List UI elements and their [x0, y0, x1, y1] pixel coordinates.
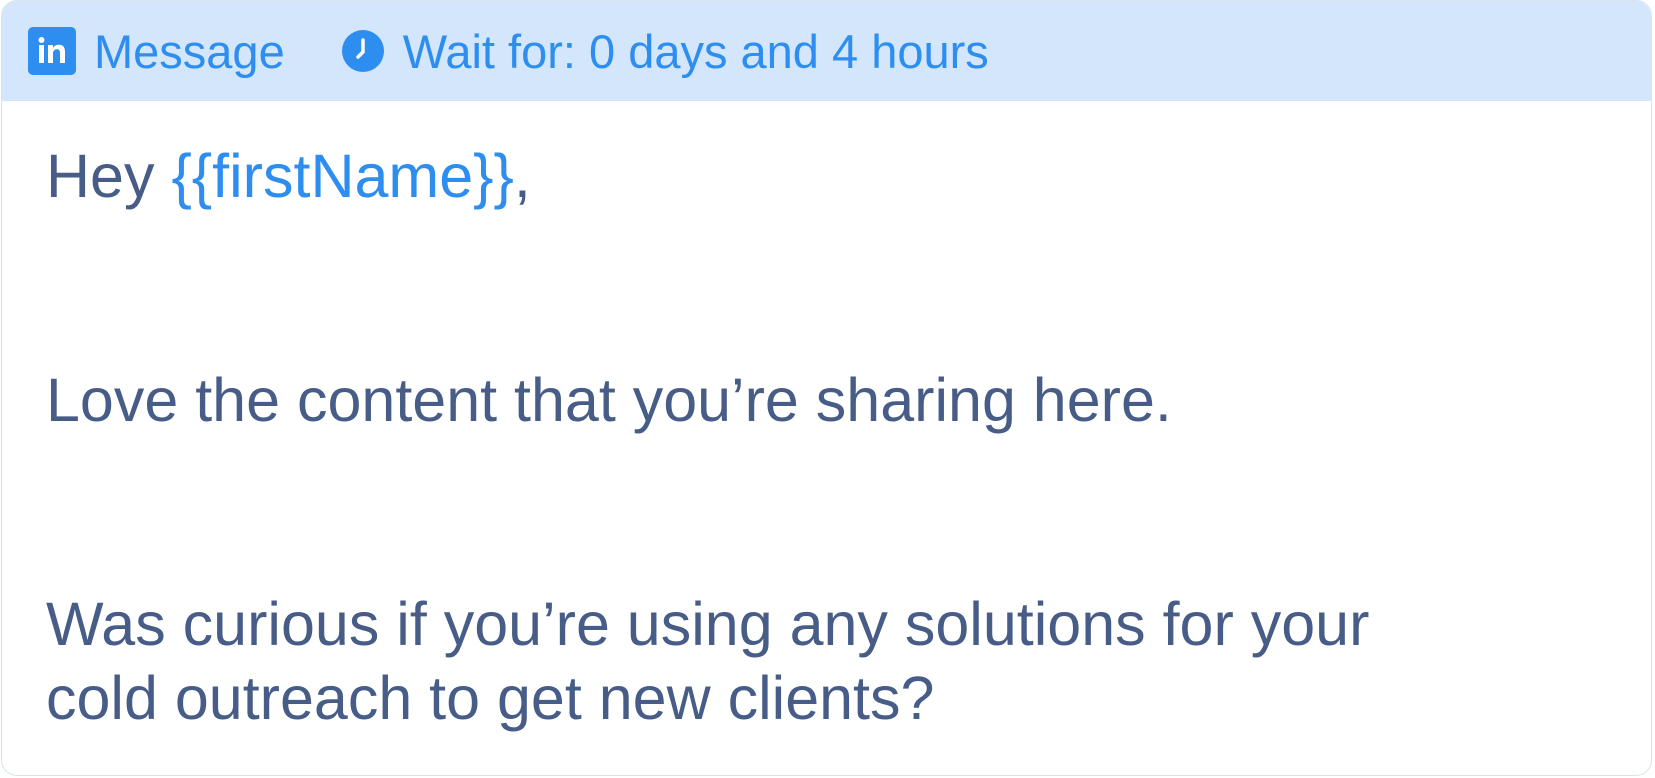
- greeting-suffix: ,: [513, 142, 531, 210]
- wait-label-group: Wait for: 0 days and 4 hours: [341, 24, 989, 79]
- greeting-prefix: Hey: [46, 142, 172, 210]
- message-paragraph-1: Love the content that you’re sharing her…: [46, 366, 1172, 434]
- linkedin-icon: [28, 27, 76, 75]
- message-paragraph-2-line-2: cold outreach to get new clients?: [46, 664, 935, 732]
- first-name-variable: {{firstName}}: [171, 142, 514, 210]
- greeting-line: Hey {{firstName}},: [46, 139, 1651, 213]
- message-body[interactable]: Hey {{firstName}}, Love the content that…: [2, 101, 1651, 735]
- wait-label: Wait for: 0 days and 4 hours: [402, 24, 989, 78]
- clock-icon: [341, 29, 385, 73]
- channel-label-group: Message: [28, 24, 285, 79]
- message-step-card[interactable]: Message Wait for: 0 days and 4 hours Hey…: [1, 0, 1652, 776]
- channel-label: Message: [94, 24, 285, 78]
- message-paragraph-2-line-1: Was curious if you’re using any solution…: [46, 590, 1370, 658]
- step-header: Message Wait for: 0 days and 4 hours: [2, 1, 1651, 101]
